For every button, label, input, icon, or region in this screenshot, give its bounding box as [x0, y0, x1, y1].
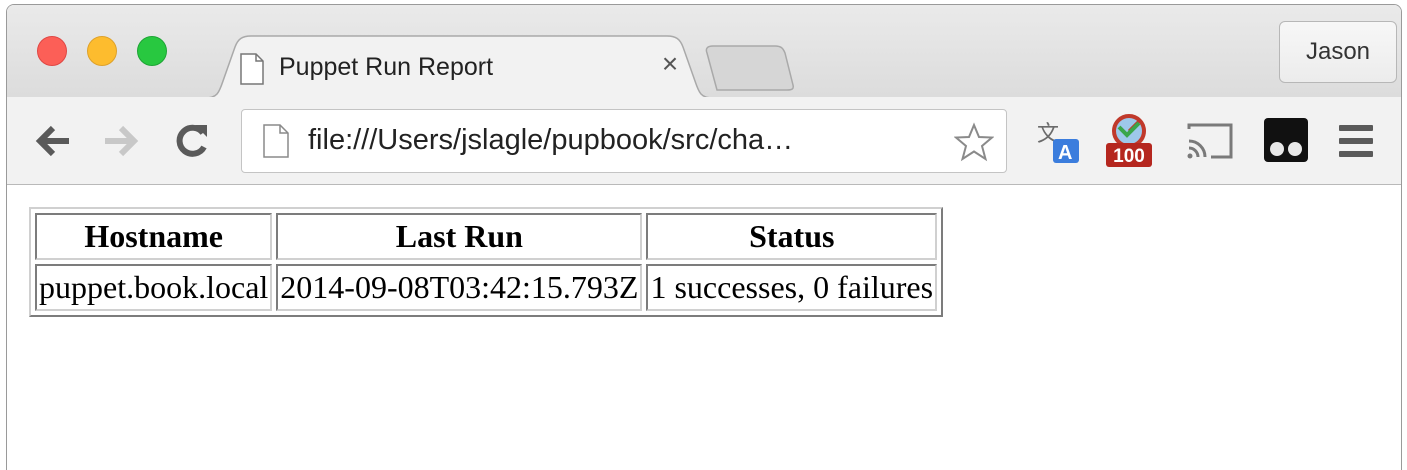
- column-header-hostname: Hostname: [35, 213, 273, 260]
- cell-hostname: puppet.book.local: [35, 264, 273, 311]
- cell-status: 1 successes, 0 failures: [646, 264, 938, 311]
- speed-test-extension-icon[interactable]: 100: [1103, 111, 1155, 174]
- profile-button[interactable]: Jason: [1279, 21, 1397, 83]
- reload-icon[interactable]: [169, 119, 213, 163]
- url-text: file:///Users/jslagle/pupbook/src/cha…: [308, 124, 794, 156]
- page-content: Hostname Last Run Status puppet.book.loc…: [7, 185, 1401, 470]
- cell-last-run: 2014-09-08T03:42:15.793Z: [276, 264, 643, 311]
- new-tab-button[interactable]: [703, 45, 795, 96]
- run-report-table: Hostname Last Run Status puppet.book.loc…: [29, 207, 944, 317]
- close-window-button[interactable]: [37, 36, 67, 66]
- tab-puppet-run-report[interactable]: Puppet Run Report ×: [205, 35, 713, 99]
- table-header-row: Hostname Last Run Status: [35, 213, 938, 260]
- translate-extension-icon[interactable]: 文 A: [1035, 115, 1083, 172]
- zoom-window-button[interactable]: [137, 36, 167, 66]
- close-tab-icon[interactable]: ×: [655, 47, 685, 81]
- column-header-status: Status: [646, 213, 938, 260]
- page-icon: [262, 124, 290, 163]
- extension-badge: 100: [1113, 146, 1145, 167]
- tab-title: Puppet Run Report: [279, 53, 494, 81]
- table-row: puppet.book.local 2014-09-08T03:42:15.79…: [35, 264, 938, 311]
- browser-window: Puppet Run Report × Jason file:///Users/…: [6, 4, 1402, 470]
- incognito-extension-icon[interactable]: [1263, 117, 1309, 168]
- menu-icon[interactable]: [1337, 123, 1375, 164]
- svg-text:A: A: [1058, 142, 1072, 164]
- column-header-last-run: Last Run: [276, 213, 643, 260]
- address-bar[interactable]: file:///Users/jslagle/pupbook/src/cha…: [241, 109, 1007, 173]
- back-arrow-icon[interactable]: [31, 119, 75, 163]
- browser-toolbar: file:///Users/jslagle/pupbook/src/cha… 文…: [7, 97, 1401, 185]
- cast-icon[interactable]: [1185, 121, 1235, 166]
- bookmark-star-icon[interactable]: [953, 122, 995, 167]
- minimize-window-button[interactable]: [87, 36, 117, 66]
- title-bar: Puppet Run Report × Jason: [7, 5, 1401, 99]
- forward-arrow-icon[interactable]: [99, 119, 143, 163]
